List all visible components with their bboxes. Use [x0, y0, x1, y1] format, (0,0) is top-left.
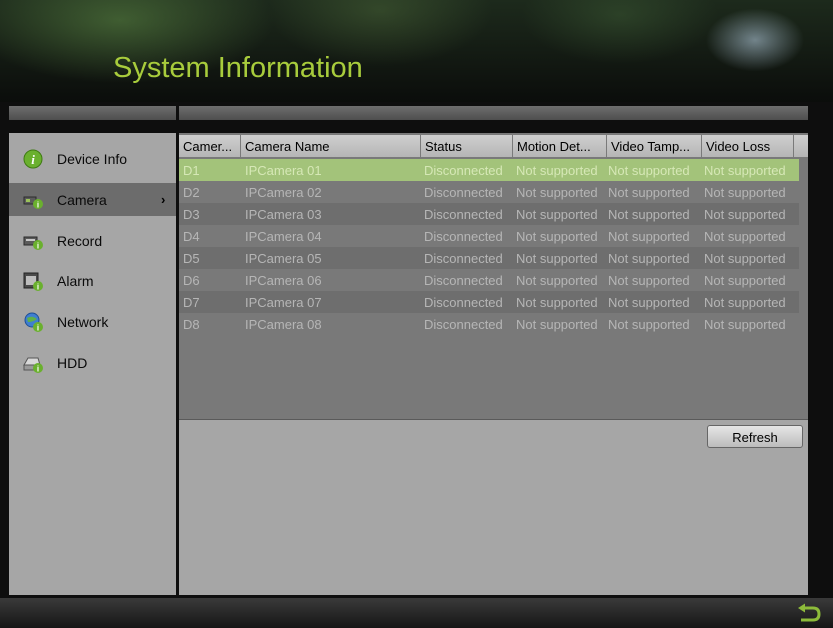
- cell-video-loss: Not supported: [704, 163, 786, 178]
- sidebar-item-label: HDD: [57, 354, 88, 371]
- column-header-motion-detection[interactable]: Motion Det...: [513, 135, 607, 157]
- cell-camera: D1: [183, 163, 200, 178]
- column-header-status[interactable]: Status: [421, 135, 513, 157]
- sidebar-item-label: Alarm: [57, 272, 94, 289]
- cell-camera: D8: [183, 317, 200, 332]
- cell-video-loss: Not supported: [704, 207, 786, 222]
- table-row[interactable]: D4 IPCamera 04 Disconnected Not supporte…: [179, 225, 799, 247]
- cell-motion-detection: Not supported: [516, 207, 598, 222]
- cell-status: Disconnected: [424, 317, 503, 332]
- sidebar-item-alarm[interactable]: i Alarm: [9, 264, 176, 297]
- sidebar-header-bar: [9, 106, 176, 120]
- main-header-bar: [179, 106, 808, 120]
- record-icon: i: [23, 236, 43, 250]
- cell-motion-detection: Not supported: [516, 251, 598, 266]
- cell-status: Disconnected: [424, 251, 503, 266]
- cell-video-tampering: Not supported: [608, 163, 690, 178]
- cell-status: Disconnected: [424, 163, 503, 178]
- cell-camera: D5: [183, 251, 200, 266]
- cell-camera: D7: [183, 295, 200, 310]
- table-row[interactable]: D2 IPCamera 02 Disconnected Not supporte…: [179, 181, 799, 203]
- cell-video-tampering: Not supported: [608, 207, 690, 222]
- header-banner: System Information: [0, 0, 833, 102]
- camera-icon: i: [23, 196, 43, 209]
- cell-status: Disconnected: [424, 229, 503, 244]
- cell-video-tampering: Not supported: [608, 295, 690, 310]
- cell-video-loss: Not supported: [704, 273, 786, 288]
- sidebar-item-network[interactable]: i Network: [9, 305, 176, 338]
- chevron-right-icon: ›: [161, 192, 166, 207]
- sidebar-item-device-info[interactable]: i Device Info: [9, 142, 176, 175]
- sidebar-item-camera[interactable]: i Camera ›: [9, 183, 176, 216]
- cell-camera-name: IPCamera 07: [245, 295, 322, 310]
- cell-camera-name: IPCamera 02: [245, 185, 322, 200]
- network-icon: i: [24, 312, 43, 332]
- cell-video-loss: Not supported: [704, 185, 786, 200]
- svg-text:i: i: [37, 200, 39, 209]
- cell-status: Disconnected: [424, 273, 503, 288]
- cell-camera: D6: [183, 273, 200, 288]
- cell-camera-name: IPCamera 01: [245, 163, 322, 178]
- table-row[interactable]: D5 IPCamera 05 Disconnected Not supporte…: [179, 247, 799, 269]
- column-header-video-loss[interactable]: Video Loss: [702, 135, 794, 157]
- cell-video-loss: Not supported: [704, 317, 786, 332]
- cell-camera-name: IPCamera 03: [245, 207, 322, 222]
- cell-motion-detection: Not supported: [516, 295, 598, 310]
- sidebar-item-label: Network: [57, 313, 109, 330]
- cell-video-tampering: Not supported: [608, 229, 690, 244]
- main-panel: Camer... Camera Name Status Motion Det..…: [179, 133, 808, 595]
- page-title: System Information: [113, 52, 363, 84]
- cell-motion-detection: Not supported: [516, 273, 598, 288]
- sidebar-item-label: Device Info: [57, 150, 128, 167]
- cell-motion-detection: Not supported: [516, 163, 598, 178]
- table-row[interactable]: D7 IPCamera 07 Disconnected Not supporte…: [179, 291, 799, 313]
- column-header-camera-name[interactable]: Camera Name: [241, 135, 421, 157]
- sidebar-item-label: Record: [57, 232, 103, 249]
- column-header-video-tampering[interactable]: Video Tamp...: [607, 135, 702, 157]
- sidebar-item-record[interactable]: i Record: [9, 224, 176, 257]
- svg-text:i: i: [37, 282, 39, 291]
- cell-video-tampering: Not supported: [608, 251, 690, 266]
- cell-video-tampering: Not supported: [608, 273, 690, 288]
- cell-video-tampering: Not supported: [608, 185, 690, 200]
- hdd-icon: i: [23, 357, 43, 373]
- cell-camera-name: IPCamera 04: [245, 229, 322, 244]
- camera-table: Camer... Camera Name Status Motion Det..…: [179, 133, 808, 420]
- info-icon: i: [23, 149, 43, 168]
- cell-status: Disconnected: [424, 185, 503, 200]
- svg-text:i: i: [37, 323, 39, 332]
- cell-motion-detection: Not supported: [516, 185, 598, 200]
- svg-text:i: i: [31, 152, 35, 167]
- cell-camera: D2: [183, 185, 200, 200]
- cell-status: Disconnected: [424, 295, 503, 310]
- table-row[interactable]: D6 IPCamera 06 Disconnected Not supporte…: [179, 269, 799, 291]
- cell-camera: D4: [183, 229, 200, 244]
- cell-video-loss: Not supported: [704, 295, 786, 310]
- return-arrow-icon[interactable]: [796, 603, 822, 625]
- cell-camera-name: IPCamera 08: [245, 317, 322, 332]
- cell-status: Disconnected: [424, 207, 503, 222]
- cell-motion-detection: Not supported: [516, 317, 598, 332]
- table-header: Camer... Camera Name Status Motion Det..…: [179, 135, 808, 157]
- column-header-camera[interactable]: Camer...: [179, 135, 241, 157]
- cell-camera-name: IPCamera 05: [245, 251, 322, 266]
- cell-motion-detection: Not supported: [516, 229, 598, 244]
- cell-video-loss: Not supported: [704, 229, 786, 244]
- sidebar-item-hdd[interactable]: i HDD: [9, 346, 176, 379]
- svg-text:i: i: [37, 241, 39, 250]
- cell-camera-name: IPCamera 06: [245, 273, 322, 288]
- table-row[interactable]: D1 IPCamera 01 Disconnected Not supporte…: [179, 159, 799, 181]
- cell-video-tampering: Not supported: [608, 317, 690, 332]
- table-row[interactable]: D8 IPCamera 08 Disconnected Not supporte…: [179, 313, 799, 335]
- svg-text:i: i: [37, 364, 39, 373]
- sidebar-item-label: Camera: [57, 191, 107, 208]
- refresh-button[interactable]: Refresh: [707, 425, 803, 448]
- alarm-icon: i: [23, 272, 43, 291]
- table-row[interactable]: D3 IPCamera 03 Disconnected Not supporte…: [179, 203, 799, 225]
- cell-camera: D3: [183, 207, 200, 222]
- sidebar: i Device Info i Camera › i Record i Alar…: [9, 133, 176, 595]
- bottom-bar: [0, 598, 833, 628]
- cell-video-loss: Not supported: [704, 251, 786, 266]
